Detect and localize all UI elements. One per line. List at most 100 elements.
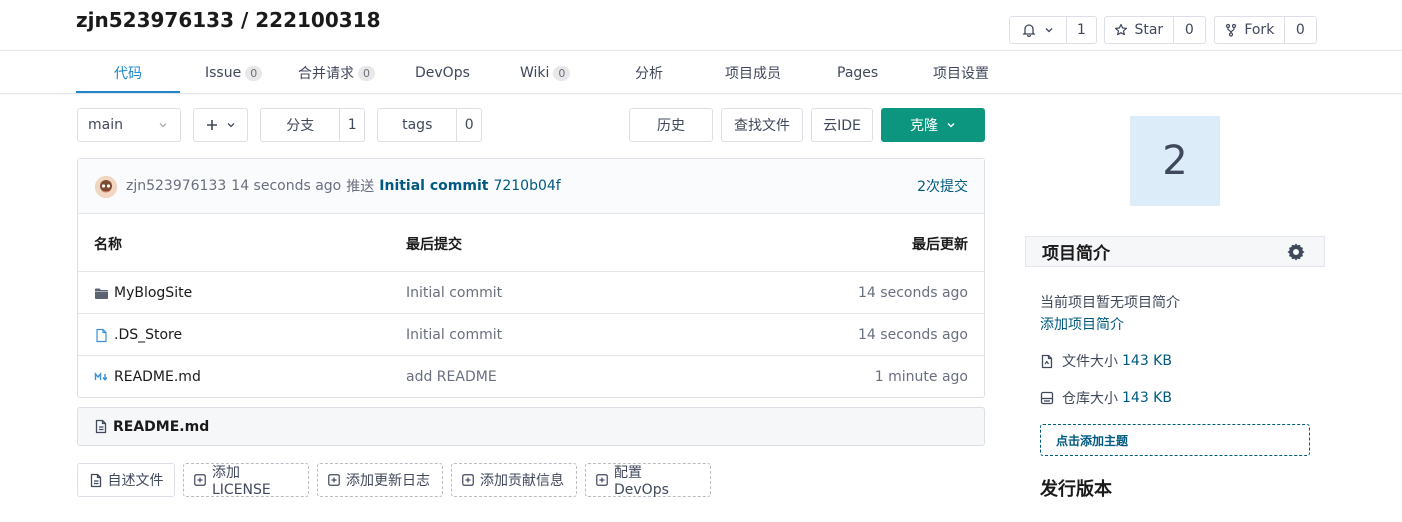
- add-changelog-label: 添加更新日志: [346, 473, 430, 489]
- history-button[interactable]: 历史: [629, 108, 713, 142]
- chevron-down-icon: [946, 120, 956, 130]
- tab-issue[interactable]: Issue 0: [205, 62, 263, 84]
- new-item-button[interactable]: [193, 108, 248, 142]
- tab-active-indicator: [76, 91, 180, 93]
- tab-wiki[interactable]: Wiki 0: [520, 62, 571, 84]
- repo-size-label: 仓库大小: [1062, 391, 1118, 407]
- releases-title: 发行版本: [1040, 479, 1112, 500]
- commit-author[interactable]: zjn523976133: [126, 178, 226, 194]
- add-license-label: 添加LICENSE: [212, 465, 271, 498]
- intro-empty-text: 当前项目暂无项目简介: [1040, 295, 1180, 311]
- file-icon: [94, 328, 109, 343]
- intro-header: 项目简介: [1025, 236, 1325, 267]
- project-avatar-text: 2: [1162, 138, 1188, 184]
- tab-settings-label: 项目设置: [933, 66, 989, 82]
- row-updated-time: 1 minute ago: [874, 369, 968, 385]
- chevron-down-icon: [226, 120, 236, 130]
- fork-count: 0: [1283, 17, 1316, 43]
- file-size-icon: [1040, 354, 1054, 369]
- file-size-info: 文件大小 143 KB: [1040, 351, 1172, 371]
- star-count: 0: [1172, 17, 1205, 43]
- readme-button[interactable]: 自述文件: [77, 463, 175, 497]
- clone-button[interactable]: 克隆: [881, 108, 985, 142]
- file-table-header: 名称 最后提交 最后更新: [78, 222, 984, 271]
- tab-devops[interactable]: DevOps: [415, 62, 470, 84]
- readme-button-label: 自述文件: [107, 473, 164, 489]
- configure-devops-button[interactable]: 配置 DevOps: [585, 463, 711, 498]
- branches-button[interactable]: 分支 1: [260, 108, 365, 142]
- table-row[interactable]: MyBlogSite Initial commit 14 seconds ago: [78, 271, 984, 313]
- row-updated-time: 14 seconds ago: [858, 327, 968, 343]
- tab-merge-requests-label: 合并请求: [298, 66, 354, 82]
- repo-size-value: 143 KB: [1122, 390, 1172, 406]
- tab-code-label: 代码: [114, 66, 142, 82]
- repo-owner-link[interactable]: zjn523976133: [76, 8, 234, 32]
- bell-icon: [1022, 23, 1036, 37]
- clone-label: 克隆: [910, 118, 938, 134]
- add-changelog-button[interactable]: 添加更新日志: [317, 463, 443, 497]
- star-label: Star: [1134, 22, 1164, 38]
- web-ide-button[interactable]: 云IDE: [811, 108, 873, 142]
- add-topic-label: 点击添加主题: [1056, 433, 1129, 448]
- gear-icon[interactable]: [1286, 242, 1306, 262]
- tab-analytics[interactable]: 分析: [635, 62, 663, 84]
- intro-title: 项目简介: [1042, 244, 1110, 264]
- file-text-icon: [94, 419, 108, 434]
- row-commit-message[interactable]: Initial commit: [406, 314, 502, 356]
- tags-label: tags: [402, 117, 433, 133]
- chevron-down-icon: [158, 120, 168, 130]
- markdown-icon: [94, 371, 109, 383]
- add-topic-button[interactable]: 点击添加主题: [1040, 424, 1310, 456]
- commit-summary: zjn523976133 14 seconds ago 推送 Initial c…: [126, 176, 561, 196]
- tab-wiki-label: Wiki: [520, 65, 550, 81]
- repo-size-info: 仓库大小 143 KB: [1040, 388, 1172, 408]
- tab-issue-badge: 0: [245, 65, 263, 81]
- configure-devops-label: 配置 DevOps: [614, 465, 669, 498]
- add-contributing-button[interactable]: 添加贡献信息: [451, 463, 577, 497]
- database-icon: [1040, 391, 1054, 405]
- row-commit-message[interactable]: Initial commit: [406, 272, 502, 314]
- column-header-last-update: 最后更新: [912, 237, 968, 253]
- add-license-button[interactable]: 添加LICENSE: [183, 463, 309, 498]
- plus-square-icon: [462, 474, 474, 486]
- tags-count: 0: [456, 109, 481, 141]
- tab-code[interactable]: 代码: [114, 62, 142, 84]
- table-row[interactable]: README.md add README 1 minute ago: [78, 355, 984, 397]
- file-name-link[interactable]: README.md: [114, 369, 201, 385]
- watch-button[interactable]: 1: [1009, 16, 1097, 44]
- readme-header: README.md: [77, 407, 985, 446]
- repo-title: zjn523976133 / 222100318: [76, 8, 380, 32]
- branch-select[interactable]: main: [77, 108, 181, 142]
- fork-button[interactable]: Fork 0: [1214, 16, 1317, 44]
- project-avatar: 2: [1130, 116, 1220, 206]
- tab-members-label: 项目成员: [725, 66, 781, 82]
- commit-time: 14 seconds ago: [231, 178, 342, 194]
- commit-message-link[interactable]: Initial commit: [379, 178, 488, 194]
- repo-name-link[interactable]: 222100318: [255, 8, 380, 32]
- table-row[interactable]: .DS_Store Initial commit 14 seconds ago: [78, 313, 984, 355]
- tab-pages[interactable]: Pages: [837, 62, 878, 84]
- file-text-icon: [89, 473, 103, 488]
- add-intro-link[interactable]: 添加项目简介: [1040, 314, 1124, 334]
- find-file-button[interactable]: 查找文件: [721, 108, 803, 142]
- tab-devops-label: DevOps: [415, 65, 470, 81]
- file-name-link[interactable]: .DS_Store: [114, 327, 182, 343]
- tags-button[interactable]: tags 0: [377, 108, 482, 142]
- tab-issue-label: Issue: [205, 65, 242, 81]
- commit-count-link[interactable]: 2次提交: [917, 176, 968, 196]
- tab-settings[interactable]: 项目设置: [933, 62, 989, 84]
- file-name-link[interactable]: MyBlogSite: [114, 285, 192, 301]
- row-commit-message[interactable]: add README: [406, 356, 497, 398]
- fork-icon: [1224, 23, 1238, 37]
- file-size-label: 文件大小: [1062, 354, 1118, 370]
- branch-select-value: main: [88, 117, 123, 133]
- tab-pages-label: Pages: [837, 65, 879, 81]
- commit-sha-link[interactable]: 7210b04f: [493, 178, 560, 194]
- avatar[interactable]: [95, 176, 117, 198]
- star-button[interactable]: Star 0: [1104, 16, 1206, 44]
- star-icon: [1114, 23, 1128, 37]
- tab-members[interactable]: 项目成员: [725, 62, 781, 84]
- branches-count: 1: [339, 109, 364, 141]
- file-size-value: 143 KB: [1122, 353, 1172, 369]
- tab-merge-requests[interactable]: 合并请求 0: [298, 62, 375, 84]
